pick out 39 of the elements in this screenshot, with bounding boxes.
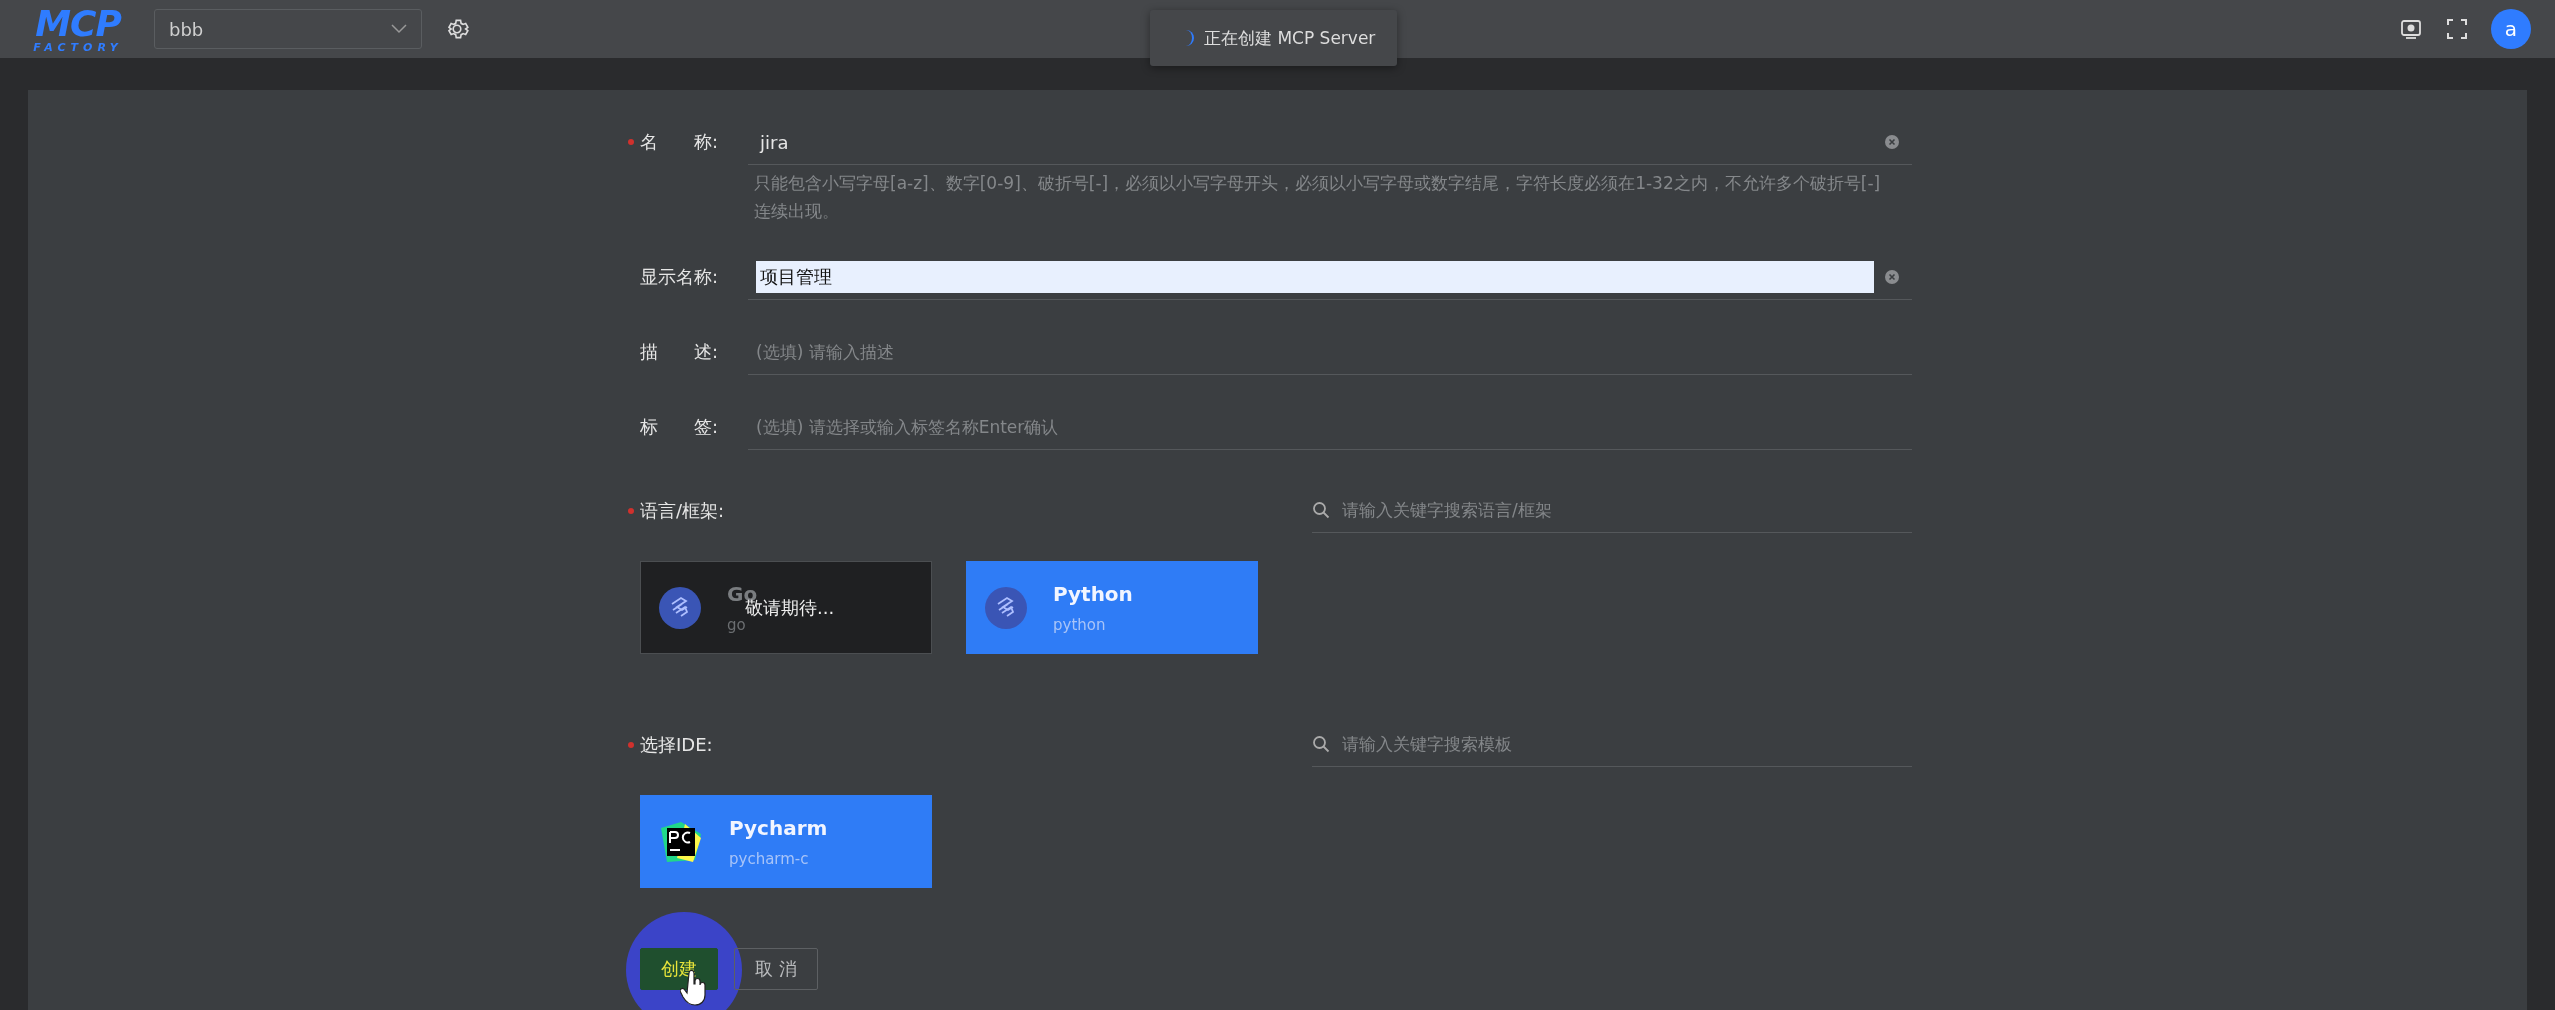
card-subtitle: pycharm-c <box>729 849 810 868</box>
coil-icon <box>659 586 701 629</box>
card-title: Python <box>1053 581 1133 606</box>
field-hint: 只能包含小写字母[a-z]、数字[0-9]、破折号[-]，必须以小写字母开头，必须以小写字母或数字结尾，字符长度必须在1-32之内，不允许多个破折号[-]连续出现。 <box>753 172 1882 223</box>
input-field[interactable]: jira <box>748 120 1912 165</box>
option-card[interactable]: Pycharm pycharm-c <box>640 795 932 888</box>
user-avatar[interactable]: a <box>2491 9 2531 49</box>
section-label: 选择IDE: <box>640 732 713 757</box>
pycharm-icon <box>659 819 703 864</box>
card-subtitle: go <box>727 615 746 634</box>
toast-text: 正在创建 MCP Server <box>1204 26 1376 50</box>
search-icon <box>1312 735 1330 753</box>
fullscreen-icon[interactable] <box>2445 17 2469 41</box>
input-field[interactable]: (选填) 请选择或输入标签名称Enter确认 <box>748 405 1912 450</box>
coil-icon <box>985 586 1027 629</box>
search-field[interactable]: 请输入关键字搜索语言/框架 <box>1312 488 1912 533</box>
input-field[interactable]: 项目管理 <box>748 255 1912 300</box>
search-icon <box>1312 501 1330 519</box>
search-field[interactable]: 请输入关键字搜索模板 <box>1312 722 1912 767</box>
section-label: 语言/框架: <box>640 498 725 523</box>
card-subtitle: python <box>1053 615 1107 634</box>
project-select[interactable]: bbb <box>154 9 422 49</box>
clear-icon[interactable] <box>1884 269 1900 285</box>
field-value: jira <box>758 130 790 155</box>
logo[interactable]: MCP FACTORY <box>24 5 132 53</box>
screen-settings-icon[interactable] <box>2399 17 2423 41</box>
field-placeholder: (选填) 请选择或输入标签名称Enter确认 <box>756 415 1060 439</box>
clear-icon[interactable] <box>1884 134 1900 150</box>
input-field[interactable]: (选填) 请输入描述 <box>748 330 1912 375</box>
field-placeholder: (选填) 请输入描述 <box>756 340 895 364</box>
field-label: 显示名称: <box>640 265 719 289</box>
form-button[interactable]: 取 消 <box>734 948 818 990</box>
field-label: 名 称: <box>640 130 719 154</box>
field-value: 项目管理 <box>756 261 1874 293</box>
field-label: 标 签: <box>640 415 719 439</box>
chevron-down-icon <box>391 24 407 34</box>
card-title: Pycharm <box>729 815 828 840</box>
option-card[interactable]: Python python <box>966 561 1258 654</box>
field-label: 描 述: <box>640 340 719 364</box>
